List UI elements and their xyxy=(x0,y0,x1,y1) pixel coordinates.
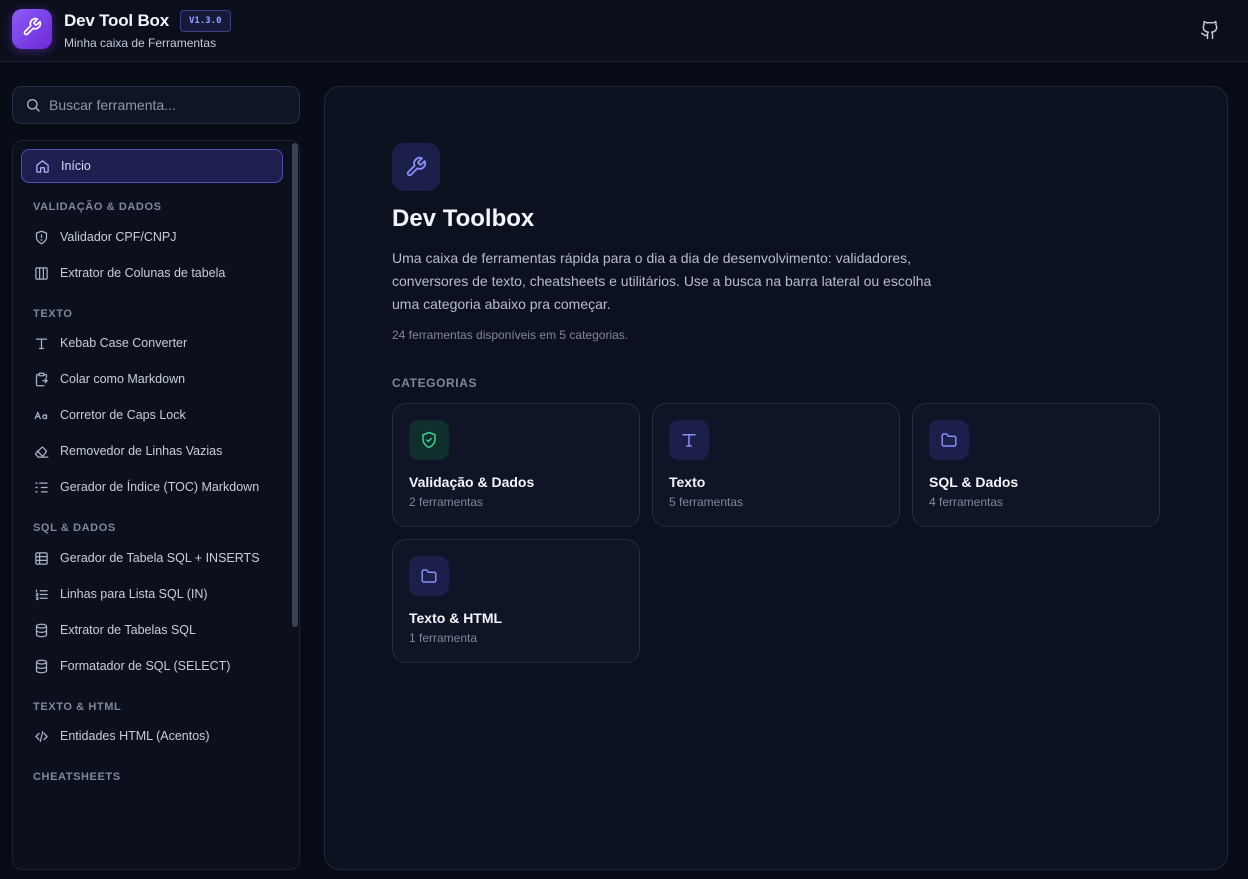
sidebar-item-colar-markdown[interactable]: Colar como Markdown xyxy=(21,362,283,396)
sidebar-item-caps-lock[interactable]: Corretor de Caps Lock xyxy=(21,398,283,432)
sidebar: Início VALIDAÇÃO & DADOS Validador CPF/C… xyxy=(12,140,300,870)
sidebar-item-tabela-sql[interactable]: Gerador de Tabela SQL + INSERTS xyxy=(21,541,283,575)
shield-icon xyxy=(33,229,49,245)
category-card-texto-html[interactable]: Texto & HTML 1 ferramenta xyxy=(392,539,640,663)
main-panel: Dev Toolbox Uma caixa de ferramentas ráp… xyxy=(324,86,1228,870)
eraser-icon xyxy=(33,443,49,459)
tools-count: 24 ferramentas disponíveis em 5 categori… xyxy=(392,328,629,342)
category-card-sql[interactable]: SQL & Dados 4 ferramentas xyxy=(912,403,1160,527)
type-icon xyxy=(33,335,49,351)
home-icon xyxy=(34,158,50,174)
logo xyxy=(12,9,52,49)
page-description: Uma caixa de ferramentas rápida para o d… xyxy=(392,250,932,312)
sidebar-item-validador-cpf[interactable]: Validador CPF/CNPJ xyxy=(21,220,283,254)
sidebar-item-toc-markdown[interactable]: Gerador de Índice (TOC) Markdown xyxy=(21,470,283,504)
list-ordered-icon xyxy=(33,586,49,602)
clipboard-icon xyxy=(33,371,49,387)
category-count: 1 ferramenta xyxy=(409,631,478,645)
sidebar-item-label: Removedor de Linhas Vazias xyxy=(60,444,223,458)
sidebar-item-label: Formatador de SQL (SELECT) xyxy=(60,659,231,673)
category-card-texto[interactable]: Texto 5 ferramentas xyxy=(652,403,900,527)
section-label-cheatsheets: CHEATSHEETS xyxy=(33,771,121,783)
code-icon xyxy=(33,728,49,744)
columns-icon xyxy=(33,265,49,281)
sidebar-item-label: Corretor de Caps Lock xyxy=(60,408,186,422)
category-name: Validação & Dados xyxy=(409,474,535,490)
app-title: Dev Tool Box xyxy=(64,11,169,30)
version-badge: V1.3.0 xyxy=(180,10,231,32)
sidebar-item-extrator-colunas[interactable]: Extrator de Colunas de tabela xyxy=(21,256,283,290)
search-box[interactable] xyxy=(12,86,300,124)
wrench-icon xyxy=(392,143,440,191)
search-input[interactable] xyxy=(49,87,289,123)
sidebar-item-label: Colar como Markdown xyxy=(60,372,186,386)
sidebar-item-label: Linhas para Lista SQL (IN) xyxy=(60,587,208,601)
database-icon xyxy=(33,658,49,674)
category-name: Texto xyxy=(669,474,706,490)
category-count: 2 ferramentas xyxy=(409,495,484,509)
folder-icon xyxy=(929,420,969,460)
sidebar-item-linhas-vazias[interactable]: Removedor de Linhas Vazias xyxy=(21,434,283,468)
category-name: SQL & Dados xyxy=(929,474,1019,490)
app-header: Dev Tool Box V1.3.0 Minha caixa de Ferra… xyxy=(0,0,1248,62)
sidebar-item-kebab-case[interactable]: Kebab Case Converter xyxy=(21,326,283,360)
sidebar-item-label: Validador CPF/CNPJ xyxy=(60,230,177,244)
database-icon xyxy=(33,622,49,638)
list-indent-icon xyxy=(33,479,49,495)
sidebar-item-entidades-html[interactable]: Entidades HTML (Acentos) xyxy=(21,719,283,753)
section-label-validacao: VALIDAÇÃO & DADOS xyxy=(33,201,162,213)
category-count: 4 ferramentas xyxy=(929,495,1004,509)
sidebar-scrollbar[interactable] xyxy=(291,141,299,869)
scrollbar-thumb[interactable] xyxy=(292,143,298,627)
search-icon xyxy=(25,97,41,118)
sidebar-item-label: Kebab Case Converter xyxy=(60,336,188,350)
sidebar-item-extrator-tabelas[interactable]: Extrator de Tabelas SQL xyxy=(21,613,283,647)
sidebar-item-label: Extrator de Tabelas SQL xyxy=(60,623,196,637)
sidebar-item-home[interactable]: Início xyxy=(21,149,283,183)
category-card-validacao[interactable]: Validação & Dados 2 ferramentas xyxy=(392,403,640,527)
section-label-texto: TEXTO xyxy=(33,308,73,320)
section-label-texto-html: TEXTO & HTML xyxy=(33,701,122,713)
github-icon[interactable] xyxy=(1199,19,1221,41)
folder-icon xyxy=(409,556,449,596)
type-icon xyxy=(669,420,709,460)
sidebar-item-label: Entidades HTML (Acentos) xyxy=(60,729,210,743)
sidebar-item-label: Início xyxy=(61,159,91,173)
page-title: Dev Toolbox xyxy=(392,205,535,232)
sidebar-item-formatador-sql[interactable]: Formatador de SQL (SELECT) xyxy=(21,649,283,683)
categories-heading: CATEGORIAS xyxy=(392,376,478,390)
sidebar-item-label: Gerador de Tabela SQL + INSERTS xyxy=(60,551,260,565)
sidebar-item-label: Gerador de Índice (TOC) Markdown xyxy=(60,480,260,494)
category-count: 5 ferramentas xyxy=(669,495,744,509)
category-name: Texto & HTML xyxy=(409,610,503,626)
app-subtitle: Minha caixa de Ferramentas xyxy=(64,36,217,50)
section-label-sql: SQL & DADOS xyxy=(33,522,116,534)
case-icon xyxy=(33,407,49,423)
sidebar-item-label: Extrator de Colunas de tabela xyxy=(60,266,226,280)
wrench-icon xyxy=(22,17,42,42)
table-icon xyxy=(33,550,49,566)
sidebar-item-lista-sql[interactable]: Linhas para Lista SQL (IN) xyxy=(21,577,283,611)
shield-check-icon xyxy=(409,420,449,460)
